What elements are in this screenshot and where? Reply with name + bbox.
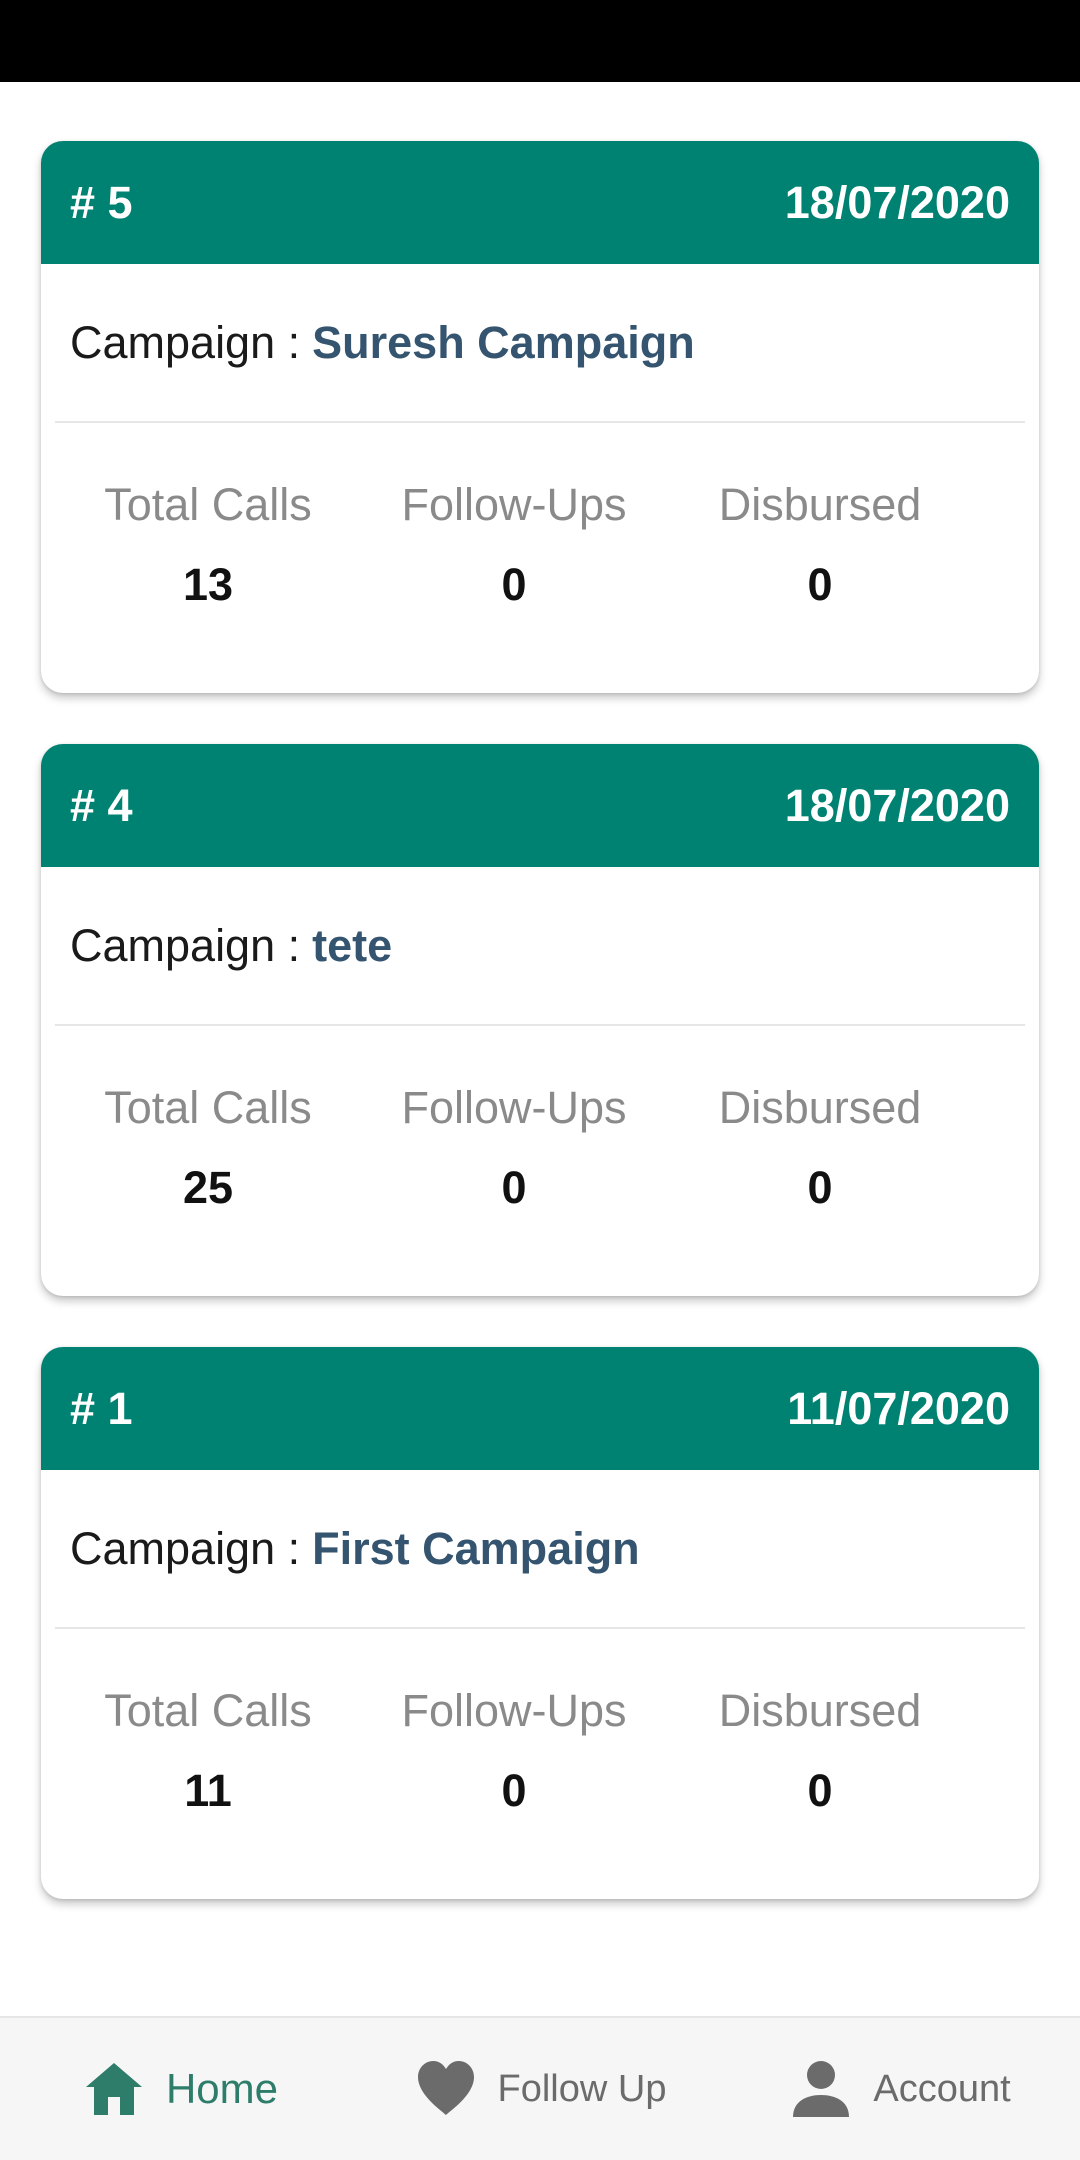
stat-total-calls: Total Calls 13 [55,477,361,613]
stats-row: Total Calls 11 Follow-Ups 0 Disbursed 0 [41,1629,1039,1819]
stat-label: Disbursed [718,479,922,530]
nav-account[interactable]: Account [720,2018,1080,2160]
campaign-row: Campaign : Suresh Campaign [41,264,1039,421]
stat-disbursed: Disbursed 0 [667,477,973,613]
stat-follow-ups: Follow-Ups 0 [361,1080,667,1216]
status-bar [0,0,1080,82]
stat-label: Disbursed [718,1082,922,1133]
card-header: # 5 18/07/2020 [41,141,1039,264]
campaign-number: # 4 [70,779,133,831]
stat-label: Total Calls [104,479,312,530]
stat-label: Total Calls [104,1685,312,1736]
stat-value: 0 [501,1765,527,1816]
campaign-card[interactable]: # 4 18/07/2020 Campaign : tete Total Cal… [41,744,1039,1296]
campaign-label: Campaign : [70,316,301,368]
stat-label: Disbursed [718,1685,922,1736]
stat-value: 0 [807,559,833,610]
campaign-card[interactable]: # 5 18/07/2020 Campaign : Suresh Campaig… [41,141,1039,693]
stat-disbursed: Disbursed 0 [667,1080,973,1216]
stat-disbursed: Disbursed 0 [667,1683,973,1819]
campaign-label: Campaign : [70,919,301,971]
person-icon [789,2057,853,2121]
stat-value: 0 [501,1162,527,1213]
nav-label: Home [165,2065,279,2112]
campaign-row: Campaign : tete [41,867,1039,1024]
stat-label: Follow-Ups [401,1082,627,1133]
campaign-list[interactable]: # 5 18/07/2020 Campaign : Suresh Campaig… [0,82,1080,2016]
nav-label: Account [873,2067,1011,2110]
stat-value: 0 [501,559,527,610]
stat-label: Total Calls [104,1082,312,1133]
card-header: # 4 18/07/2020 [41,744,1039,867]
campaign-row: Campaign : First Campaign [41,1470,1039,1627]
card-header: # 1 11/07/2020 [41,1347,1039,1470]
nav-label: Follow Up [497,2067,667,2110]
campaign-name: Suresh Campaign [312,316,695,368]
campaign-number: # 5 [70,176,133,228]
stat-value: 11 [184,1765,232,1816]
stat-value: 25 [182,1162,234,1213]
nav-follow-up[interactable]: Follow Up [360,2018,720,2160]
bottom-navigation: Home Follow Up Account [0,2016,1080,2160]
campaign-date: 18/07/2020 [784,176,1010,228]
home-icon [82,2057,146,2121]
nav-home[interactable]: Home [0,2018,360,2160]
stat-label: Follow-Ups [401,479,627,530]
stats-row: Total Calls 25 Follow-Ups 0 Disbursed 0 [41,1026,1039,1216]
campaign-number: # 1 [70,1382,133,1434]
stat-total-calls: Total Calls 11 [55,1683,361,1819]
stat-follow-ups: Follow-Ups 0 [361,477,667,613]
campaign-label: Campaign : [70,1522,301,1574]
stats-row: Total Calls 13 Follow-Ups 0 Disbursed 0 [41,423,1039,613]
stat-value: 0 [807,1765,833,1816]
campaign-date: 11/07/2020 [787,1382,1010,1434]
stat-label: Follow-Ups [401,1685,627,1736]
campaign-card[interactable]: # 1 11/07/2020 Campaign : First Campaign… [41,1347,1039,1899]
campaign-date: 18/07/2020 [784,779,1010,831]
campaign-name: First Campaign [312,1522,640,1574]
stat-total-calls: Total Calls 25 [55,1080,361,1216]
stat-follow-ups: Follow-Ups 0 [361,1683,667,1819]
stat-value: 0 [807,1162,833,1213]
campaign-name: tete [312,919,393,971]
stat-value: 13 [182,559,234,610]
heart-icon [414,2057,478,2121]
